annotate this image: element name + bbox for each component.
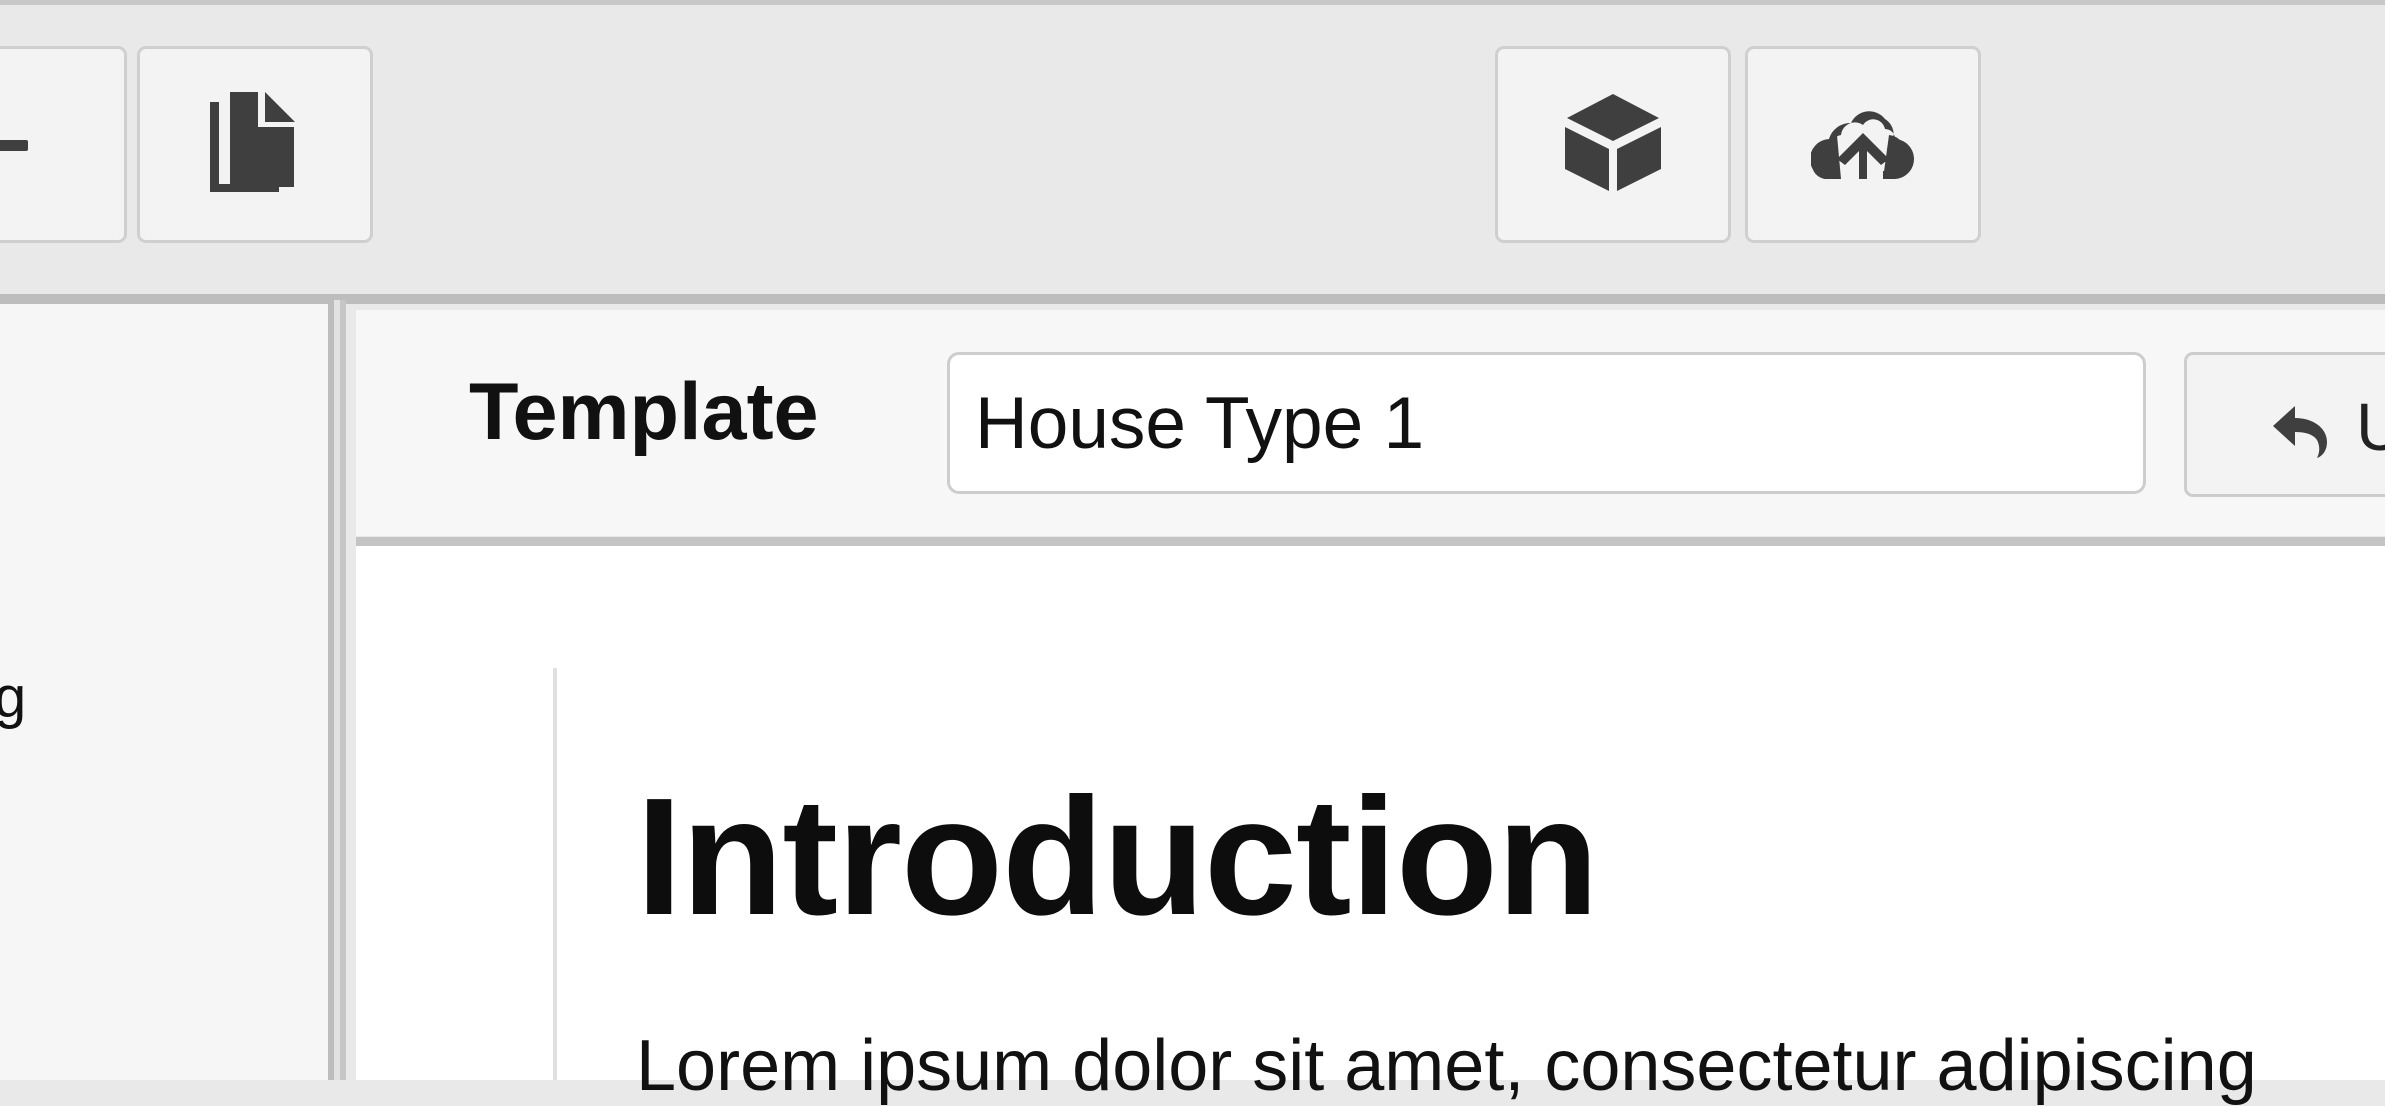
undo-label: Undo	[2356, 389, 2385, 466]
panel-splitter-edge	[340, 300, 346, 1080]
document-heading[interactable]: Introduction	[636, 774, 1599, 941]
undo-button[interactable]: Undo	[2184, 352, 2385, 497]
sidebar-partial-text: g	[0, 665, 27, 730]
document-margin-rule	[553, 668, 557, 1080]
copy-button[interactable]	[137, 46, 373, 243]
remove-icon	[0, 49, 28, 246]
document-paragraph[interactable]: Lorem ipsum dolor sit amet, consectetur …	[636, 1030, 2257, 1102]
cloud-upload-icon	[1809, 105, 1915, 184]
toolbar-divider	[0, 294, 2385, 304]
undo-icon	[2273, 404, 2329, 463]
copy-icon	[210, 92, 300, 197]
remove-button[interactable]	[0, 46, 127, 243]
template-label: Template	[469, 367, 819, 457]
template-name-input[interactable]	[947, 352, 2146, 494]
editor-header-divider	[356, 537, 2385, 546]
cube-icon	[1563, 92, 1663, 197]
sidebar-panel	[0, 304, 328, 1080]
3d-view-button[interactable]	[1495, 46, 1731, 243]
toolbar	[0, 5, 2385, 295]
upload-button[interactable]	[1745, 46, 1981, 243]
